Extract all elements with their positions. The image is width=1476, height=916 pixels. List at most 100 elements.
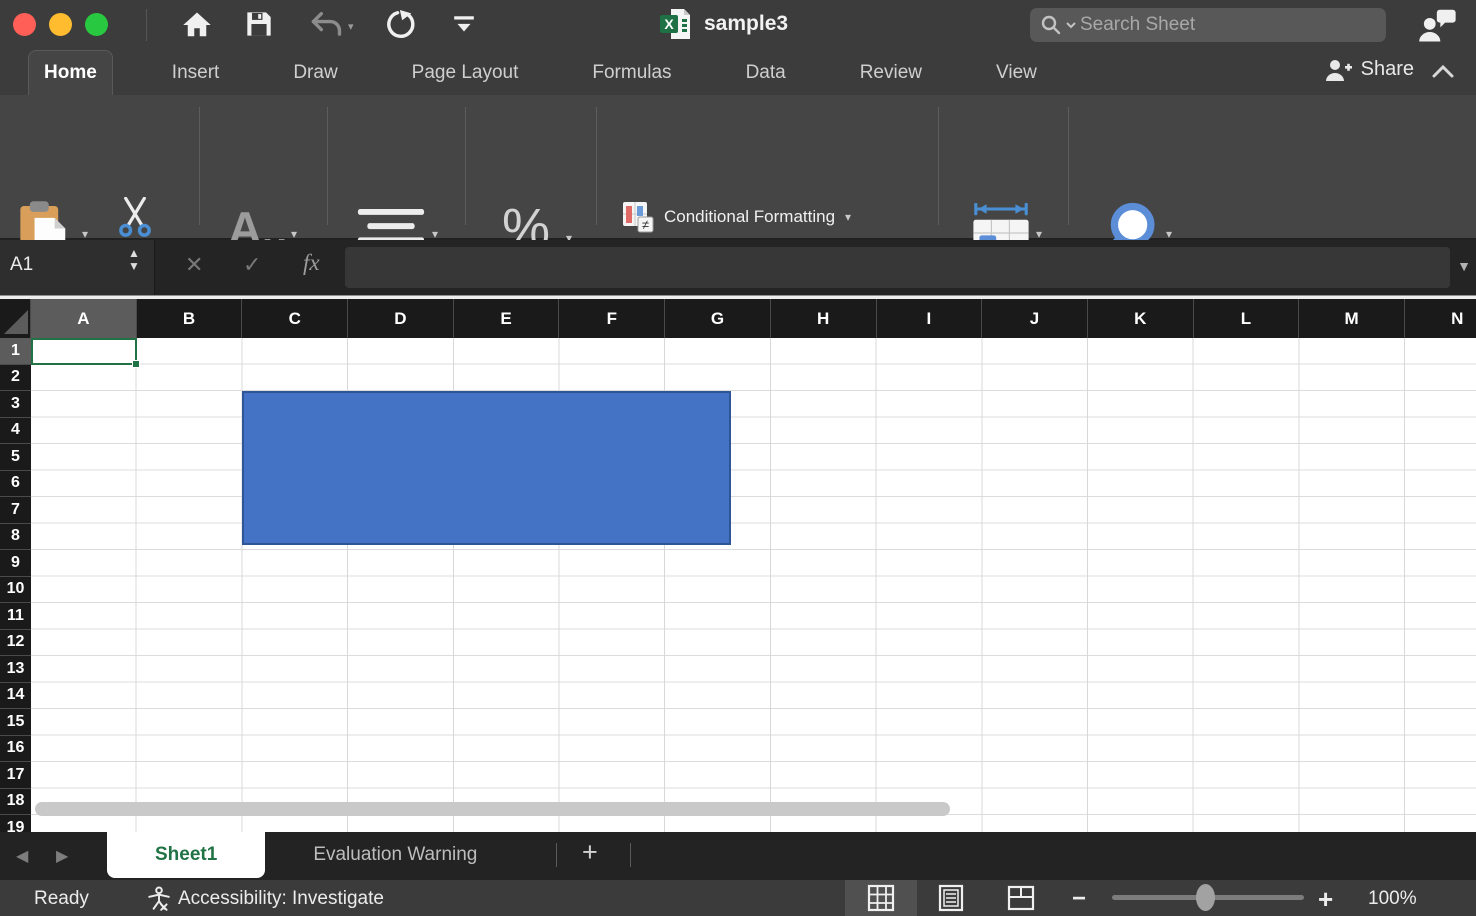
tab-data[interactable]: Data	[731, 50, 801, 95]
customize-toolbar-icon[interactable]	[452, 16, 476, 34]
share-button[interactable]: Share	[1326, 58, 1414, 81]
column-header-f[interactable]: F	[559, 299, 665, 338]
row-header-10[interactable]: 10	[0, 577, 31, 604]
home-icon[interactable]	[182, 10, 212, 40]
selection-fill-handle[interactable]	[132, 360, 140, 368]
row-header-9[interactable]: 9	[0, 550, 31, 577]
save-icon[interactable]	[245, 10, 273, 38]
add-sheet-button[interactable]: +	[582, 837, 598, 868]
zoom-out-button[interactable]: −	[1072, 885, 1086, 913]
normal-view-button[interactable]	[845, 880, 917, 916]
document-title-area: X sample3	[660, 8, 788, 40]
window-title: sample3	[704, 12, 788, 36]
next-sheet-icon[interactable]: ▶	[56, 846, 68, 866]
column-header-n[interactable]: N	[1405, 299, 1476, 338]
minimize-window-button[interactable]	[49, 13, 72, 36]
column-header-m[interactable]: M	[1299, 299, 1405, 338]
alignment-caret-icon[interactable]: ▾	[432, 227, 438, 241]
cut-icon[interactable]	[114, 197, 156, 237]
column-header-e[interactable]: E	[454, 299, 560, 338]
row-header-19[interactable]: 19	[0, 815, 31, 832]
column-header-j[interactable]: J	[982, 299, 1088, 338]
tab-insert[interactable]: Insert	[157, 50, 235, 95]
column-header-l[interactable]: L	[1194, 299, 1300, 338]
column-header-b[interactable]: B	[137, 299, 243, 338]
column-header-d[interactable]: D	[348, 299, 454, 338]
row-header-14[interactable]: 14	[0, 683, 31, 710]
confirm-icon[interactable]: ✓	[243, 252, 261, 278]
tab-draw[interactable]: Draw	[278, 50, 352, 95]
redo-icon[interactable]	[385, 10, 417, 42]
tab-view[interactable]: View	[981, 50, 1052, 95]
tab-review[interactable]: Review	[845, 50, 937, 95]
editing-caret-icon[interactable]: ▾	[1166, 227, 1172, 241]
row-header-16[interactable]: 16	[0, 736, 31, 763]
select-all-button[interactable]	[0, 299, 31, 338]
status-ready: Ready	[34, 888, 89, 910]
undo-icon[interactable]	[310, 10, 344, 40]
column-header-i[interactable]: I	[877, 299, 983, 338]
column-header-k[interactable]: K	[1088, 299, 1194, 338]
search-icon	[1040, 14, 1062, 36]
page-layout-view-button[interactable]	[922, 880, 980, 916]
conditional-formatting-button[interactable]: ≠ Conditional Formatting ▾	[622, 201, 851, 233]
page-break-view-button[interactable]	[992, 880, 1050, 916]
cell-reference: A1	[10, 254, 33, 276]
tab-home[interactable]: Home	[28, 50, 113, 95]
tab-formulas[interactable]: Formulas	[577, 50, 686, 95]
row-header-18[interactable]: 18	[0, 789, 31, 816]
sheet-tab-sheet1[interactable]: Sheet1	[107, 832, 265, 878]
status-accessibility[interactable]: Accessibility: Investigate	[178, 888, 384, 910]
insert-function-icon[interactable]: fx	[303, 250, 320, 276]
search-input[interactable]	[1080, 14, 1376, 36]
excel-app-icon: X	[660, 8, 692, 40]
sheet-tab-evaluation-warning[interactable]: Evaluation Warning	[265, 832, 525, 878]
titlebar-divider	[146, 9, 147, 41]
undo-caret-icon[interactable]: ▾	[348, 20, 354, 33]
row-header-11[interactable]: 11	[0, 603, 31, 630]
cells-caret-icon[interactable]: ▾	[1036, 227, 1042, 241]
paste-caret-icon[interactable]: ▾	[82, 227, 88, 241]
tab-page-layout[interactable]: Page Layout	[397, 50, 534, 95]
formula-bar-expand-icon[interactable]: ▼	[1457, 258, 1471, 274]
row-header-8[interactable]: 8	[0, 524, 31, 551]
row-header-17[interactable]: 17	[0, 762, 31, 789]
close-window-button[interactable]	[13, 13, 36, 36]
conditional-formatting-caret-icon: ▾	[845, 210, 851, 224]
search-field[interactable]	[1030, 8, 1386, 42]
zoom-slider-thumb[interactable]	[1196, 884, 1215, 911]
shape-rectangle[interactable]	[242, 391, 731, 545]
prev-sheet-icon[interactable]: ◀	[16, 846, 28, 866]
column-header-h[interactable]: H	[771, 299, 877, 338]
column-header-g[interactable]: G	[665, 299, 771, 338]
row-header-15[interactable]: 15	[0, 709, 31, 736]
row-header-3[interactable]: 3	[0, 391, 31, 418]
feedback-person-icon[interactable]	[1418, 8, 1458, 42]
row-header-13[interactable]: 13	[0, 656, 31, 683]
row-header-4[interactable]: 4	[0, 418, 31, 445]
spreadsheet-grid[interactable]	[31, 338, 1476, 832]
font-caret-icon[interactable]: ▾	[291, 227, 297, 241]
search-scope-caret-icon[interactable]	[1066, 21, 1076, 29]
stepper-down-icon[interactable]: ▼	[128, 260, 140, 273]
formula-input[interactable]	[345, 247, 1450, 288]
column-header-a[interactable]: A	[31, 299, 137, 338]
row-header-6[interactable]: 6	[0, 471, 31, 498]
horizontal-scrollbar[interactable]	[35, 802, 950, 816]
row-header-12[interactable]: 12	[0, 630, 31, 657]
name-box-stepper[interactable]: ▲ ▼	[128, 247, 140, 273]
zoom-window-button[interactable]	[85, 13, 108, 36]
row-header-5[interactable]: 5	[0, 444, 31, 471]
row-header-1[interactable]: 1	[0, 338, 31, 365]
row-header-2[interactable]: 2	[0, 365, 31, 392]
column-header-c[interactable]: C	[242, 299, 348, 338]
share-label: Share	[1361, 58, 1414, 81]
name-box[interactable]: A1 ▲ ▼	[0, 240, 155, 295]
cancel-icon[interactable]: ✕	[185, 252, 203, 278]
page-break-view-icon	[1007, 885, 1035, 911]
selected-cell-a1[interactable]	[31, 338, 137, 365]
zoom-in-button[interactable]: +	[1318, 884, 1333, 915]
zoom-level[interactable]: 100%	[1368, 888, 1417, 910]
collapse-ribbon-button[interactable]	[1432, 64, 1454, 83]
row-header-7[interactable]: 7	[0, 497, 31, 524]
